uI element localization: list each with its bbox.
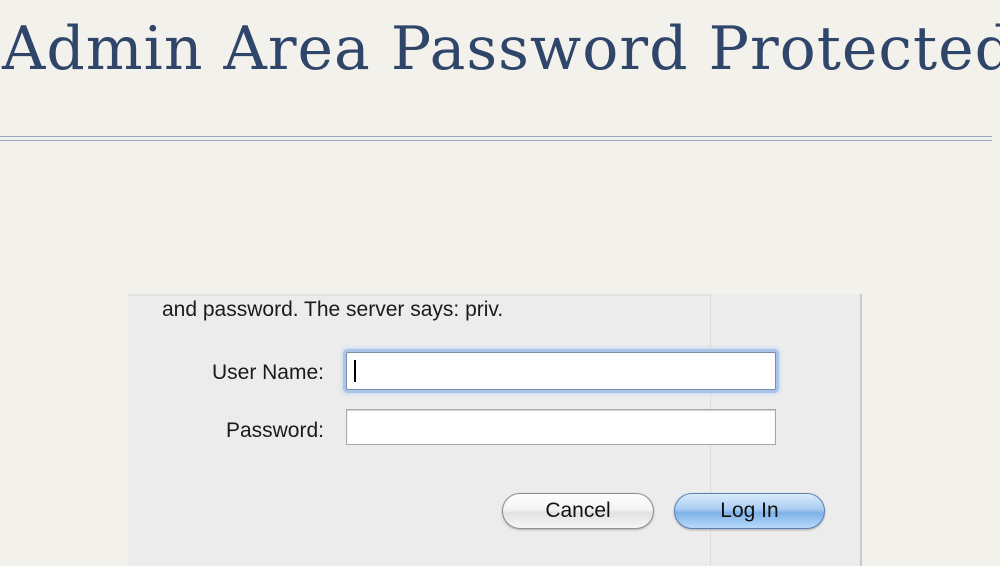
username-label: User Name: (211, 361, 324, 384)
slide-title: Admin Area Password Protected (2, 14, 1000, 84)
cancel-button[interactable]: Cancel (502, 493, 654, 529)
username-field[interactable] (346, 352, 776, 390)
text-caret (354, 360, 356, 382)
password-field[interactable] (346, 409, 776, 445)
title-divider (0, 136, 992, 141)
dialog-top-edge (128, 294, 710, 296)
dialog-message: and password. The server says: priv. (162, 298, 504, 321)
password-label: Password: (225, 419, 324, 442)
login-dialog: and password. The server says: priv. Use… (128, 294, 862, 566)
log-in-button[interactable]: Log In (674, 493, 825, 529)
